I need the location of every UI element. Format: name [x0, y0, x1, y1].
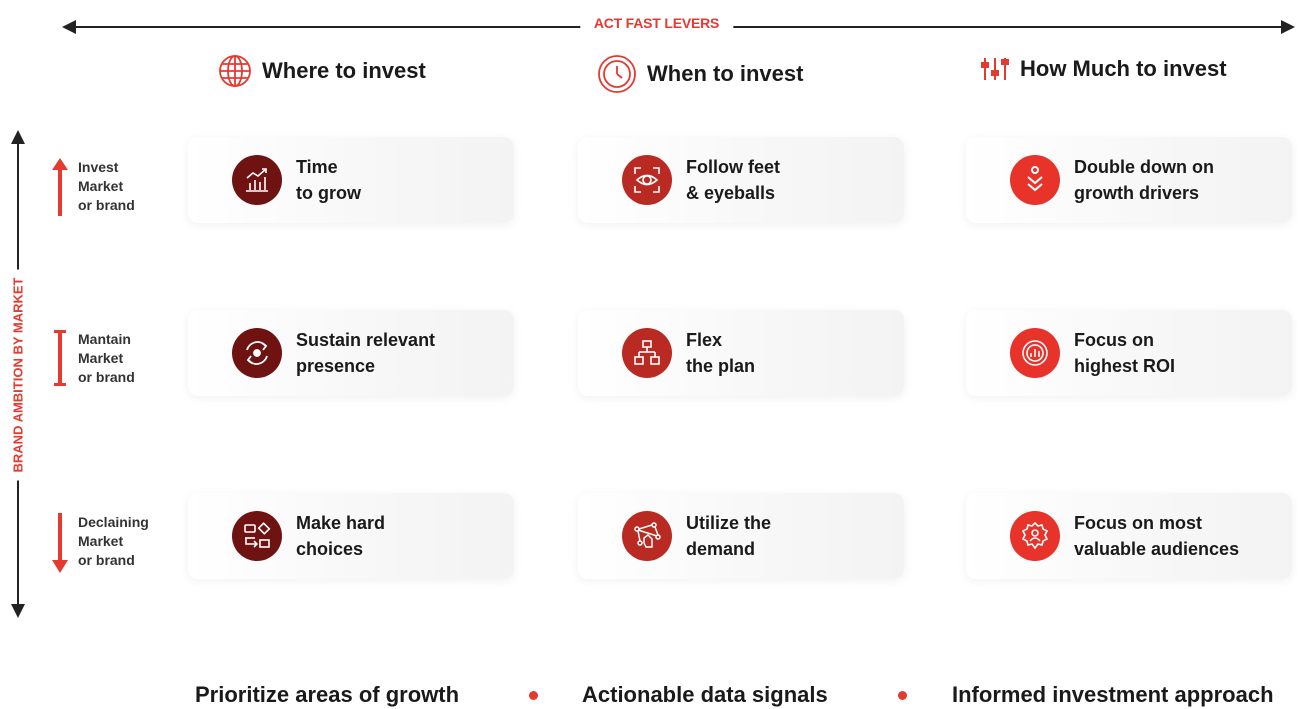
card-text: the plan: [686, 356, 756, 376]
up-arrowhead: [11, 130, 25, 144]
card-time-to-grow: Time to grow: [188, 137, 514, 223]
left-arrowhead: [62, 20, 76, 34]
column-label: Where to invest: [262, 58, 426, 83]
footer-item-approach: Informed investment approach: [952, 682, 1274, 707]
sliders-icon: [980, 54, 1010, 84]
row-label-maintain: Mantain Market or brand: [52, 330, 135, 391]
eye-scan-icon: [622, 155, 672, 205]
row-label-line: or brand: [78, 197, 135, 213]
card-text: Focus on most: [1074, 513, 1203, 533]
row-label-declining: Declaining Market or brand: [52, 513, 149, 578]
card-text: to grow: [296, 183, 361, 203]
row-label-line: Invest: [78, 159, 119, 175]
decision-icon: [232, 511, 282, 561]
row-label-line: Market: [78, 350, 124, 366]
arrow-down-icon: [52, 513, 68, 578]
card-sustain-presence: Sustain relevant presence: [188, 310, 514, 396]
card-flex-plan: Flex the plan: [578, 310, 904, 396]
card-double-down: Double down on growth drivers: [966, 137, 1292, 223]
card-text: choices: [296, 539, 364, 559]
top-axis-title: ACT FAST LEVERS: [579, 15, 734, 31]
card-text: Time: [296, 157, 338, 177]
footer-item-signals: Actionable data signals: [582, 682, 828, 707]
cycle-icon: [232, 328, 282, 378]
column-header-when: When to invest: [597, 54, 803, 94]
card-text: Utilize the: [686, 513, 772, 533]
card-text: demand: [686, 539, 756, 559]
row-label-line: or brand: [78, 552, 135, 568]
row-label-line: Declaining: [78, 514, 149, 530]
card-utilize-demand: Utilize the demand: [578, 493, 904, 579]
column-header-where: Where to invest: [218, 54, 426, 88]
column-label: When to invest: [647, 61, 804, 86]
double-chevron-down-icon: [1010, 155, 1060, 205]
row-label-line: or brand: [78, 369, 135, 385]
down-arrowhead: [11, 604, 25, 618]
card-text: Focus on: [1074, 330, 1154, 350]
footer-item-prioritize: Prioritize areas of growth: [195, 682, 460, 707]
arrow-up-icon: [52, 158, 68, 221]
column-label: How Much to invest: [1020, 56, 1227, 81]
card-text: highest ROI: [1074, 356, 1176, 376]
row-label-line: Market: [78, 178, 124, 194]
row-label-line: Market: [78, 533, 124, 549]
right-arrowhead: [1281, 20, 1295, 34]
card-valuable-audiences: Focus on most valuable audiences: [966, 493, 1292, 579]
globe-icon: [218, 54, 252, 88]
bullet-dot: [898, 691, 907, 700]
card-follow-feet: Follow feet & eyeballs: [578, 137, 904, 223]
card-text: Sustain relevant: [296, 330, 436, 350]
row-label-line: Mantain: [78, 331, 131, 347]
card-text: growth drivers: [1074, 183, 1200, 203]
card-highest-roi: Focus on highest ROI: [966, 310, 1292, 396]
card-text: Make hard: [296, 513, 386, 533]
row-label-invest: Invest Market or brand: [52, 158, 135, 221]
card-text: Follow feet: [686, 157, 780, 177]
card-make-hard-choices: Make hard choices: [188, 493, 514, 579]
card-text: & eyeballs: [686, 183, 776, 203]
bullet-dot: [529, 691, 538, 700]
column-header-how-much: How Much to invest: [980, 54, 1227, 84]
card-text: valuable audiences: [1074, 539, 1240, 559]
audience-gear-icon: [1010, 511, 1060, 561]
clock-icon: [597, 54, 637, 94]
flowchart-icon: [622, 328, 672, 378]
bar-icon: [52, 330, 68, 391]
growth-chart-icon: [232, 155, 282, 205]
card-text: presence: [296, 356, 376, 376]
card-text: Double down on: [1074, 157, 1214, 177]
target-chart-icon: [1010, 328, 1060, 378]
network-hand-icon: [622, 511, 672, 561]
vertical-axis-title: BRAND AMBITION BY MARKET: [4, 269, 32, 481]
card-text: Flex: [686, 330, 723, 350]
